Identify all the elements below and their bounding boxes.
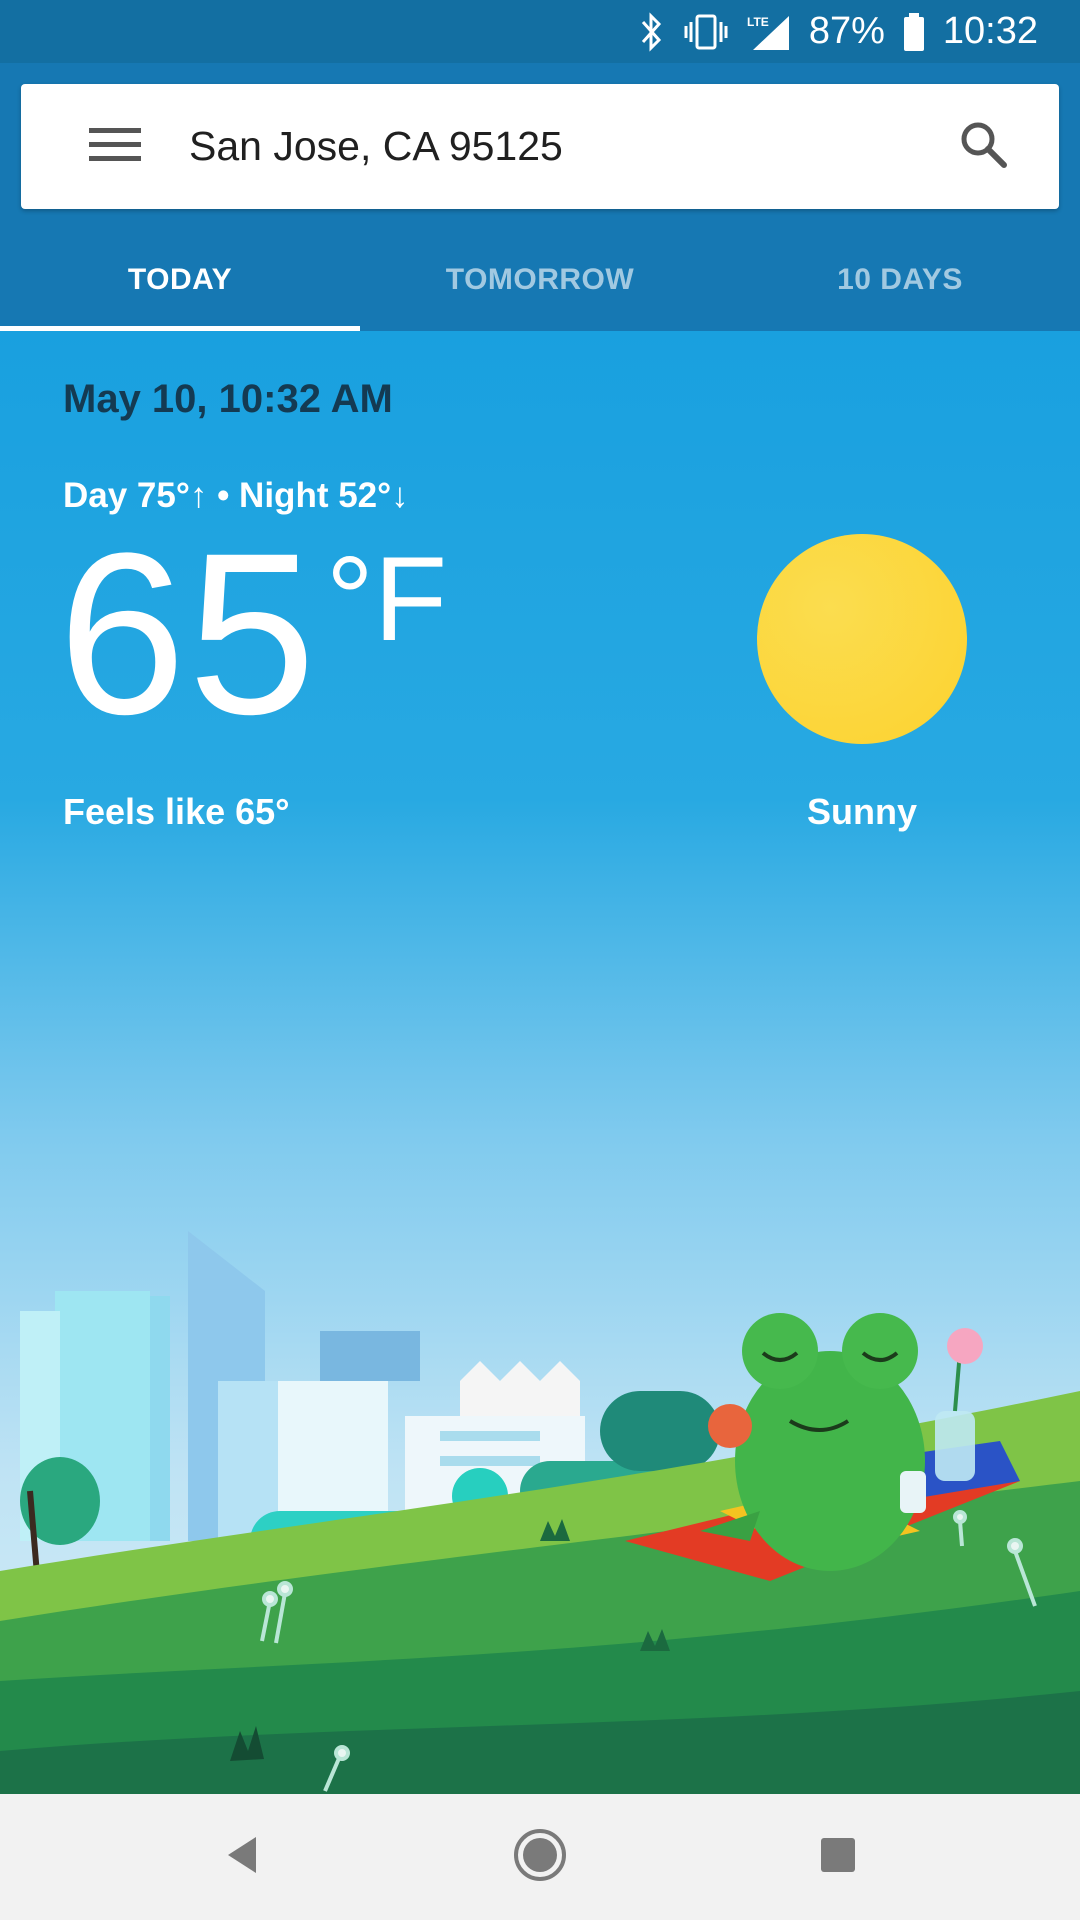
recents-icon: [818, 1835, 858, 1880]
battery-percent: 87%: [808, 10, 885, 52]
menu-icon: [89, 127, 141, 167]
location-text[interactable]: San Jose, CA 95125: [189, 84, 563, 209]
tab-tomorrow[interactable]: TOMORROW: [360, 228, 720, 331]
navigation-bar: [0, 1794, 1080, 1920]
search-button[interactable]: [949, 112, 1019, 182]
weather-condition: Sunny: [806, 791, 917, 832]
sun-icon: [757, 534, 967, 744]
clock: 10:32: [942, 10, 1038, 52]
date-time: May 10, 10:32 AM: [63, 377, 393, 421]
location-search-bar[interactable]: San Jose, CA 95125: [21, 84, 1059, 209]
status-bar: LTE 87% 10:32: [0, 0, 1080, 63]
temperature-unit: °F: [325, 532, 448, 666]
signal-icon: LTE: [747, 12, 791, 52]
menu-button[interactable]: [69, 121, 161, 173]
battery-icon: [903, 12, 925, 52]
back-icon: [222, 1833, 262, 1882]
current-temperature: 65 °F: [58, 519, 447, 749]
bluetooth-icon: [639, 11, 665, 52]
temperature-value: 65: [58, 505, 318, 762]
tab-today[interactable]: TODAY: [0, 228, 360, 331]
weather-panel: May 10, 10:32 AM Day 75°↑ • Night 52°↓ 6…: [0, 331, 1080, 1794]
frog-illustration: [700, 1313, 925, 1571]
back-button[interactable]: [212, 1827, 272, 1887]
recents-button[interactable]: [808, 1827, 868, 1887]
feels-like: Feels like 65°: [63, 791, 290, 832]
vibrate-icon: [683, 12, 729, 52]
forecast-tabs: TODAY TOMORROW 10 DAYS: [0, 228, 1080, 331]
tab-10-days[interactable]: 10 DAYS: [720, 228, 1080, 331]
network-type-label: LTE: [747, 15, 769, 29]
home-icon: [513, 1828, 567, 1887]
home-button[interactable]: [510, 1827, 570, 1887]
app-bar: San Jose, CA 95125 TODAY TOMORROW 10 DAY…: [0, 63, 1080, 331]
search-icon: [959, 120, 1009, 175]
